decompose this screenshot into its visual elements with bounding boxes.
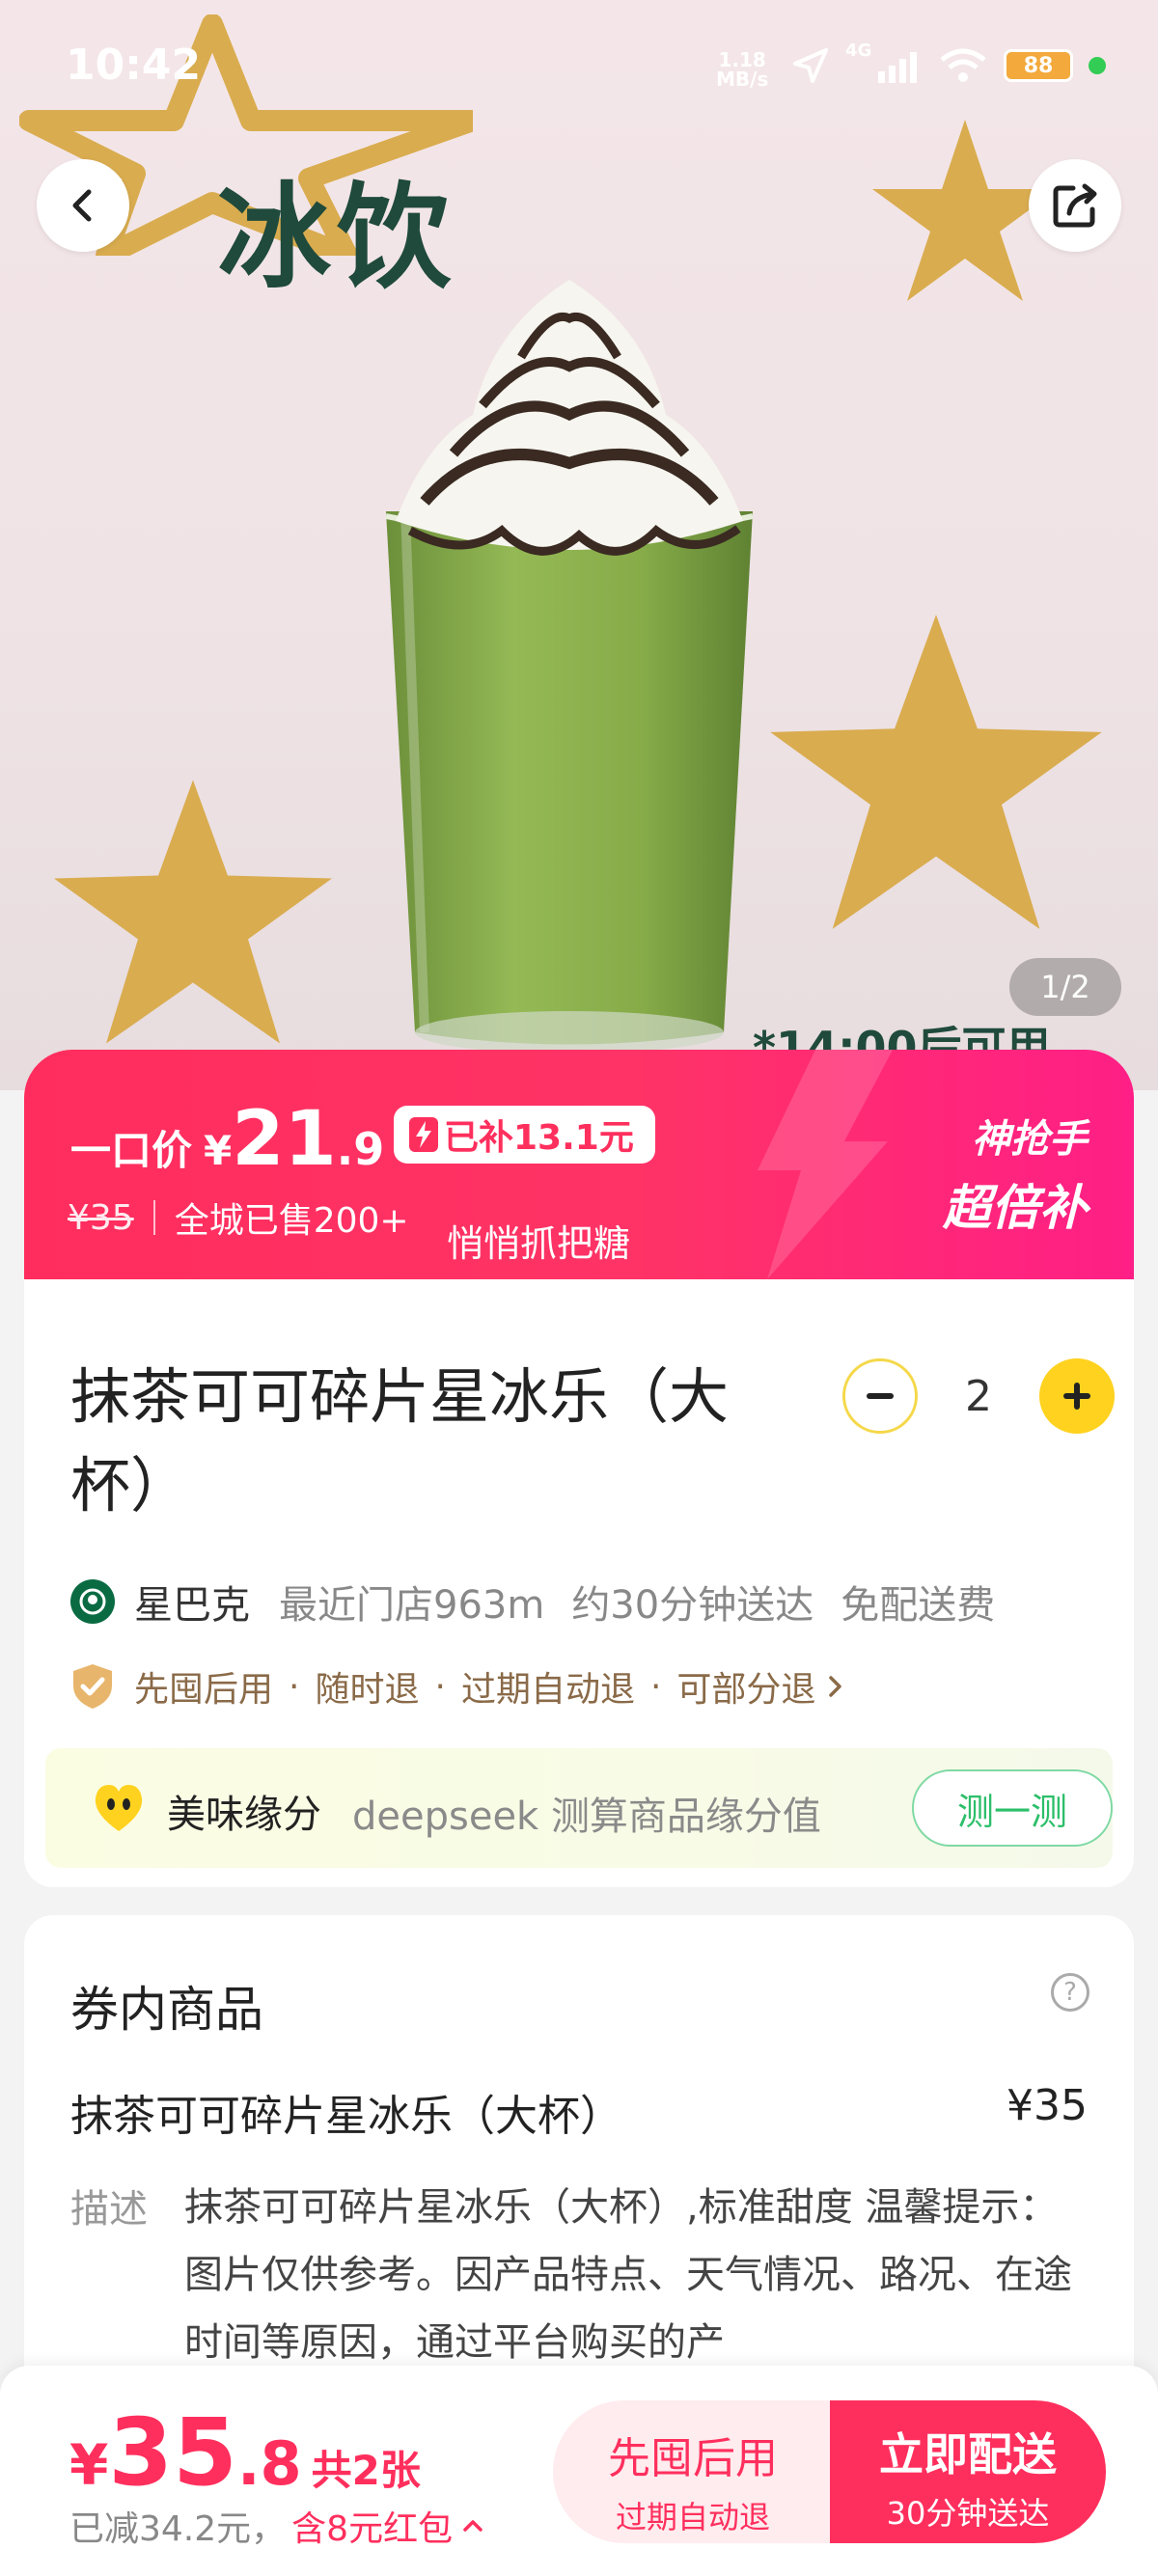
quantity-stepper: 2 <box>842 1358 1115 1434</box>
price-decimal: .9 <box>336 1123 385 1175</box>
location-icon <box>793 48 828 83</box>
star-decoration <box>770 615 1102 929</box>
heart-face-icon <box>95 1785 143 1831</box>
plus-icon <box>1063 1383 1090 1410</box>
saved-amount: 已减34.2元， <box>69 2509 287 2549</box>
matcha-drink-image <box>385 280 754 1054</box>
separator-dot: · <box>649 1666 662 1707</box>
lightning-icon <box>409 1117 438 1152</box>
taste-match-desc: deepseek 测算商品缘分值 <box>352 1795 821 1839</box>
star-decoration <box>54 780 332 1044</box>
policy-row[interactable]: 先囤后用 · 随时退 · 过期自动退 · 可部分退 <box>70 1661 850 1712</box>
deliver-now-sublabel: 30分钟送达 <box>886 2495 1050 2532</box>
policy-item: 可部分退 <box>676 1670 816 1710</box>
starbucks-logo-icon <box>70 1579 115 1624</box>
wifi-icon <box>940 48 986 82</box>
help-icon[interactable]: ? <box>1051 1973 1089 2012</box>
buy-later-label: 先囤后用 <box>608 2434 778 2483</box>
status-bar: 10:42 1.18 MB/s 4G 88 <box>0 0 1158 145</box>
delivery-fee: 免配送费 <box>841 1583 996 1628</box>
section-title: 券内商品 <box>70 1982 263 2038</box>
test-match-button[interactable]: 测一测 <box>912 1769 1113 1847</box>
separator-dot: · <box>434 1666 446 1707</box>
shop-name: 星巴克 <box>134 1583 250 1628</box>
product-name: 抹茶可可碎片星冰乐（大杯） <box>70 1361 730 1521</box>
description-text: 抹茶可可碎片星冰乐（大杯）,标准甜度 温馨提示：图片仅供参考。因产品特点、天气情… <box>184 2185 1072 2365</box>
description-label: 描述 <box>70 2187 148 2232</box>
network-speed: 1.18 MB/s <box>716 50 768 89</box>
lightning-decoration <box>758 1050 893 1279</box>
battery-icon: 88 <box>1004 49 1073 82</box>
shop-info[interactable]: 星巴克 最近门店963m 约30分钟送达 免配送费 <box>70 1574 1022 1630</box>
deliver-now-label: 立即配送 <box>879 2428 1057 2480</box>
promo-badge: 神抢手 超倍补 <box>943 1108 1088 1239</box>
price-currency: ¥ <box>204 1127 233 1174</box>
candy-promo[interactable]: 悄悄抓把糖 <box>447 1214 630 1267</box>
policy-item: 随时退 <box>315 1670 420 1710</box>
total-price: ¥ 35 .8 共2张 <box>69 2398 421 2507</box>
status-icons: 4G 88 <box>791 41 1106 85</box>
delivery-time: 约30分钟送达 <box>571 1583 814 1628</box>
chevron-up-icon <box>463 2520 482 2532</box>
original-price: ¥35 <box>68 1197 134 1238</box>
net-speed-value: 1.18 <box>718 48 766 71</box>
page: 冰饮 *14:00后可用 10:42 1.18 MB/s 4G 88 1/2 一… <box>0 0 1158 2576</box>
badge-line1: 神抢手 <box>972 1117 1088 1162</box>
total-decimal: .8 <box>236 2428 302 2499</box>
voucher-item-name: 抹茶可可碎片星冰乐（大杯） <box>70 2092 622 2141</box>
policy-item: 过期自动退 <box>460 1670 635 1710</box>
shop-distance: 最近门店963m <box>279 1583 545 1628</box>
checkout-bar: ¥ 35 .8 共2张 已减34.2元， 含8元红包 先囤后用 过期自动退 立即… <box>0 2366 1158 2576</box>
shield-check-icon <box>73 1664 112 1709</box>
taste-match-title: 美味缘分 <box>167 1793 321 1837</box>
red-packet-info: 含8元红包 <box>291 2509 454 2549</box>
product-hero-image[interactable]: 冰饮 *14:00后可用 <box>0 0 1158 1090</box>
product-info-card: 抹茶可可碎片星冰乐（大杯） 2 星巴克 最近门店963m 约30分钟送达 免配送… <box>24 1279 1134 1887</box>
subsidy-badge: 已补13.1元 <box>394 1106 655 1164</box>
price-integer: 21 <box>232 1096 337 1183</box>
share-icon <box>1053 183 1097 228</box>
policy-item: 先囤后用 <box>134 1670 274 1710</box>
share-button[interactable] <box>1029 159 1121 252</box>
total-integer: 35 <box>108 2398 237 2507</box>
net-speed-unit: MB/s <box>716 68 769 91</box>
minus-icon <box>867 1393 894 1399</box>
status-time: 10:42 <box>66 41 202 90</box>
subsidy-text: 已补13.1元 <box>444 1118 634 1158</box>
price-meta: ¥35 全城已售200+ <box>68 1192 409 1243</box>
taste-match-banner: 美味缘分 deepseek 测算商品缘分值 测一测 <box>45 1748 1113 1868</box>
discount-detail[interactable]: 已减34.2元， 含8元红包 <box>69 2501 487 2551</box>
badge-line2: 超倍补 <box>943 1180 1088 1236</box>
deal-price: 一口价 ¥ 21 .9 <box>70 1096 384 1183</box>
total-currency: ¥ <box>69 2432 109 2498</box>
sold-count: 全城已售200+ <box>174 1201 409 1241</box>
back-button[interactable] <box>37 159 129 252</box>
divider <box>152 1200 155 1235</box>
price-label: 一口价 <box>70 1127 193 1174</box>
increase-button[interactable] <box>1039 1358 1115 1434</box>
cellular-signal-icon: 4G <box>845 41 923 85</box>
buy-later-sublabel: 过期自动退 <box>615 2499 770 2535</box>
decrease-button[interactable] <box>842 1358 918 1434</box>
separator-dot: · <box>289 1666 300 1707</box>
deliver-now-button[interactable]: 立即配送 30分钟送达 <box>830 2400 1106 2543</box>
buy-now-use-later-button[interactable]: 先囤后用 过期自动退 <box>553 2400 833 2543</box>
voucher-item-price: ¥35 <box>1006 2081 1088 2130</box>
voucher-count: 共2张 <box>311 2447 421 2494</box>
chevron-right-icon <box>829 1676 842 1697</box>
image-pager: 1/2 <box>1009 958 1121 1016</box>
privacy-indicator-icon <box>1089 57 1106 74</box>
back-arrow-icon <box>72 189 92 222</box>
price-banner: 一口价 ¥ 21 .9 已补13.1元 ¥35 全城已售200+ 悄悄抓把糖 神… <box>24 1050 1134 1279</box>
quantity-value: 2 <box>965 1371 992 1421</box>
